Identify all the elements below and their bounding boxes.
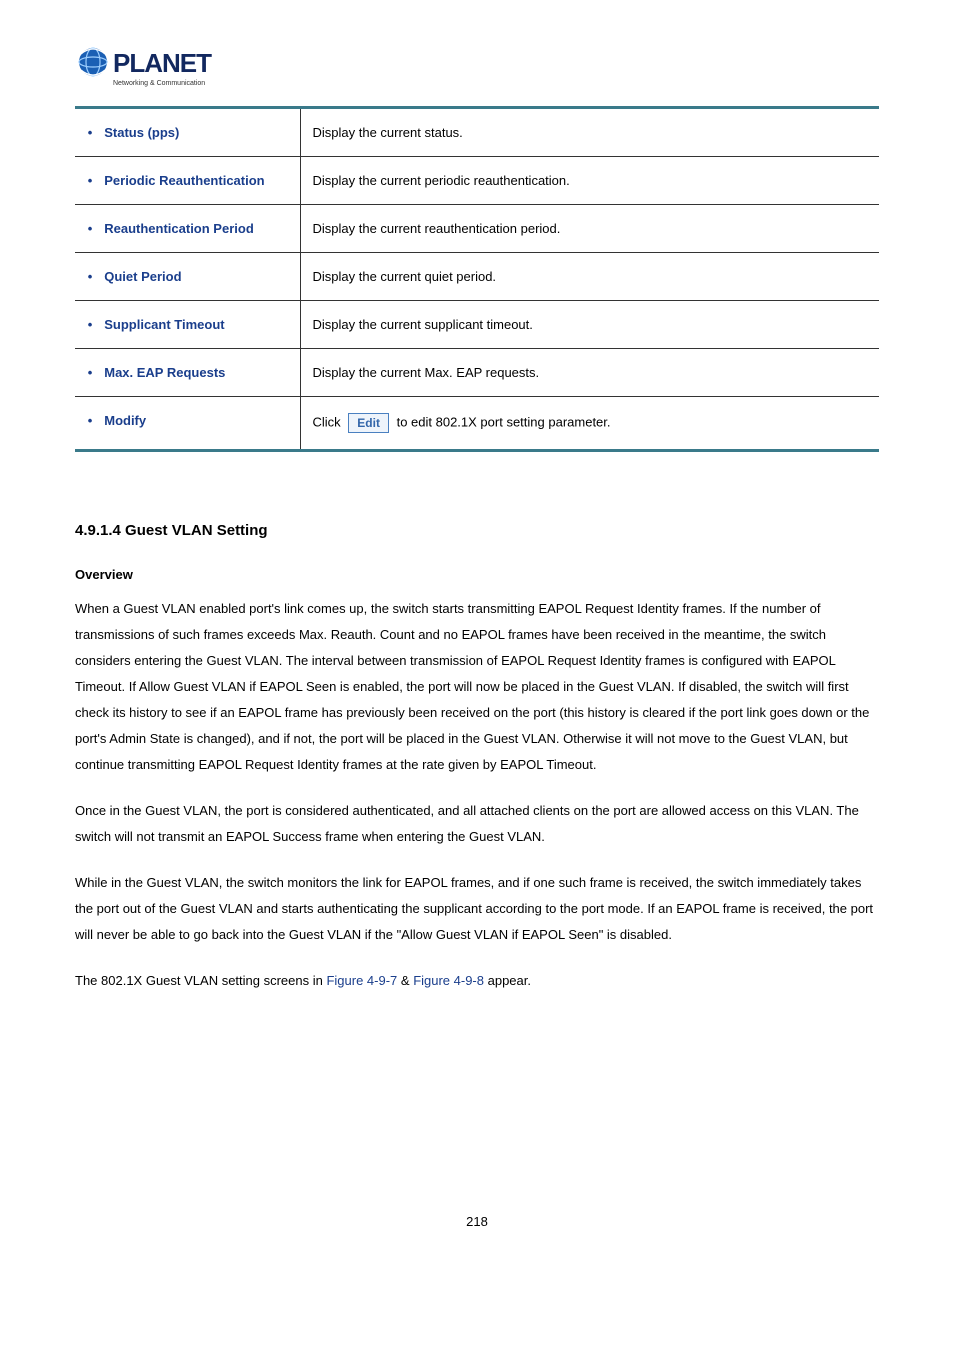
edit-button[interactable]: Edit (348, 413, 389, 433)
figure-link-4-9-7[interactable]: Figure 4-9-7 (326, 973, 397, 988)
figure-link-4-9-8[interactable]: Figure 4-9-8 (413, 973, 484, 988)
planet-logo-icon: PLANET Networking & Communication (75, 40, 235, 96)
after-text: to edit 802.1X port setting parameter. (397, 414, 611, 429)
row-label: • Reauthentication Period (75, 205, 300, 253)
parameters-table: • Status (pps) Display the current statu… (75, 106, 879, 452)
page-number: 218 (75, 1214, 879, 1229)
svg-text:PLANET: PLANET (113, 48, 212, 78)
overview-heading: Overview (75, 567, 879, 582)
overview-para-1: When a Guest VLAN enabled port's link co… (75, 596, 879, 778)
row-desc: Display the current reauthentication per… (300, 205, 879, 253)
row-label: • Supplicant Timeout (75, 301, 300, 349)
overview-para-2: Once in the Guest VLAN, the port is cons… (75, 798, 879, 850)
row-label: • Max. EAP Requests (75, 349, 300, 397)
row-label: • Status (pps) (75, 108, 300, 157)
p4-mid: & (397, 973, 413, 988)
row-desc-modify: Click Edit to edit 802.1X port setting p… (300, 397, 879, 451)
row-desc: Display the current periodic reauthentic… (300, 157, 879, 205)
brand-logo: PLANET Networking & Communication (75, 40, 879, 96)
section-heading: 4.9.1.4 Guest VLAN Setting (75, 522, 879, 539)
p4-pre: The 802.1X Guest VLAN setting screens in (75, 973, 326, 988)
logo-tagline: Networking & Communication (113, 80, 205, 87)
overview-para-3: While in the Guest VLAN, the switch moni… (75, 870, 879, 948)
row-desc: Display the current supplicant timeout. (300, 301, 879, 349)
click-text: Click (313, 414, 341, 429)
p4-post: appear. (484, 973, 531, 988)
row-label-modify: • Modify (75, 397, 300, 451)
row-desc: Display the current status. (300, 108, 879, 157)
row-desc: Display the current Max. EAP requests. (300, 349, 879, 397)
row-desc: Display the current quiet period. (300, 253, 879, 301)
row-label: • Periodic Reauthentication (75, 157, 300, 205)
row-label: • Quiet Period (75, 253, 300, 301)
overview-para-4: The 802.1X Guest VLAN setting screens in… (75, 968, 879, 994)
